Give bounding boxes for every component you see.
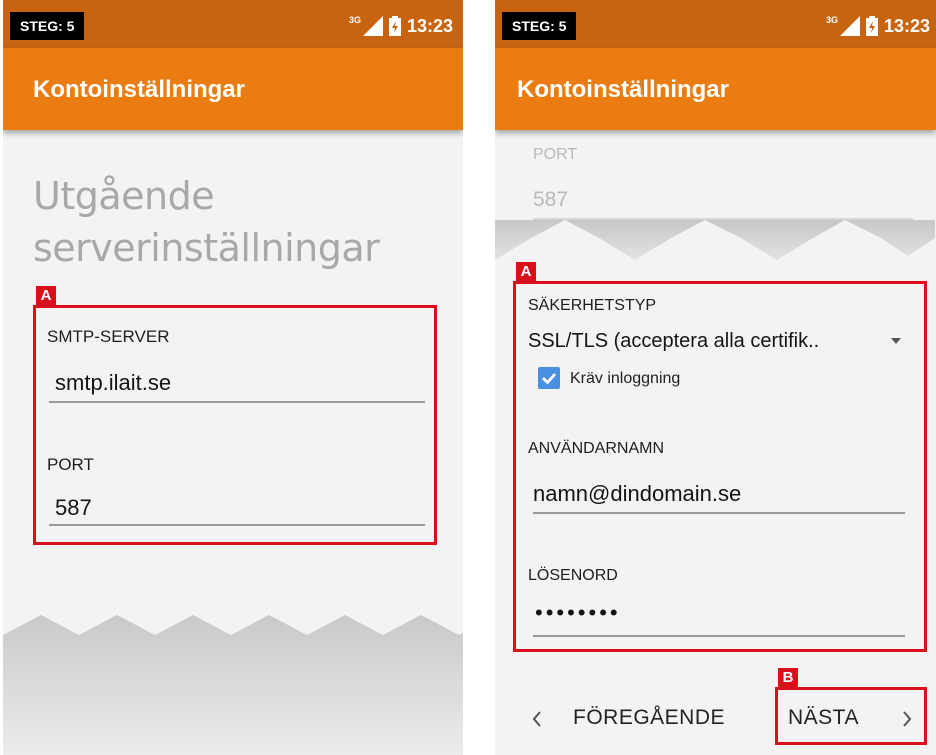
- chevron-left-icon: [532, 711, 541, 727]
- password-label: LÖSENORD: [528, 567, 618, 584]
- smtp-server-label: SMTP-SERVER: [47, 327, 170, 346]
- page-title-line1: Utgående: [33, 174, 215, 218]
- chevron-right-icon: [903, 711, 912, 727]
- left-frame: STEG: 5 3G 13:23 Kontoinställningar Utgå…: [3, 0, 463, 755]
- step-badge: STEG: 5: [10, 12, 85, 40]
- port-label: PORT: [47, 455, 94, 474]
- username-underline: [533, 512, 905, 514]
- callout-tag-a: A: [516, 262, 536, 282]
- username-input[interactable]: namn@dindomain.se: [533, 481, 741, 507]
- toolbar-title: Kontoinställningar: [517, 76, 729, 103]
- password-input[interactable]: ••••••••: [535, 600, 621, 626]
- callout-tag-a: A: [36, 286, 56, 306]
- port-label-faded: PORT: [533, 146, 578, 163]
- port-input[interactable]: 587: [55, 495, 92, 521]
- previous-button[interactable]: FÖREGÅENDE: [573, 706, 725, 730]
- clock: 13:23: [406, 15, 453, 36]
- page-title: Utgående serverinställningar: [33, 170, 380, 274]
- toolbar-title: Kontoinställningar: [33, 76, 245, 103]
- require-login-label: Kräv inloggning: [570, 370, 681, 387]
- signal-icon: [839, 16, 860, 36]
- battery-icon: [865, 16, 878, 36]
- form-content: PORT 587 SÄKERHETSTYP SSL/TLS (acceptera…: [495, 130, 936, 755]
- status-bar: STEG: 5 3G 13:23: [495, 0, 936, 48]
- next-button[interactable]: NÄSTA: [788, 706, 859, 730]
- chevron-down-icon: [891, 338, 901, 344]
- right-screen: STEG: 5 3G 13:23 Kontoinställningar PORT…: [485, 0, 936, 755]
- step-badge: STEG: 5: [502, 12, 577, 40]
- app-toolbar: Kontoinställningar: [495, 48, 936, 130]
- battery-icon: [388, 16, 401, 36]
- check-icon: [542, 373, 557, 385]
- status-icons: 3G 13:23: [349, 14, 453, 38]
- status-icons: 3G 13:23: [826, 14, 930, 38]
- right-frame: STEG: 5 3G 13:23 Kontoinställningar PORT…: [495, 0, 936, 755]
- app-toolbar: Kontoinställningar: [3, 48, 463, 130]
- smtp-server-underline: [49, 401, 425, 403]
- page-title-line2: serverinställningar: [33, 226, 380, 270]
- torn-edge-divider: [495, 220, 935, 260]
- port-underline: [49, 524, 425, 526]
- username-label: ANVÄNDARNAMN: [528, 440, 665, 457]
- port-value-faded: 587: [533, 188, 569, 211]
- left-screen: STEG: 5 3G 13:23 Kontoinställningar Utgå…: [0, 0, 463, 755]
- security-type-select[interactable]: SSL/TLS (acceptera alla certifik..: [528, 330, 819, 353]
- password-underline: [533, 635, 905, 637]
- security-type-label: SÄKERHETSTYP: [528, 297, 657, 314]
- clock: 13:23: [883, 15, 930, 36]
- network-type: 3G: [348, 15, 361, 25]
- torn-edge-divider: [3, 615, 463, 755]
- status-bar: STEG: 5 3G 13:23: [3, 0, 463, 48]
- callout-tag-b: B: [778, 668, 798, 688]
- require-login-checkbox[interactable]: [538, 367, 560, 389]
- form-content: Utgående serverinställningar SMTP-SERVER…: [3, 130, 463, 755]
- smtp-server-input[interactable]: smtp.ilait.se: [55, 370, 171, 396]
- network-type: 3G: [825, 15, 838, 25]
- signal-icon: [362, 16, 383, 36]
